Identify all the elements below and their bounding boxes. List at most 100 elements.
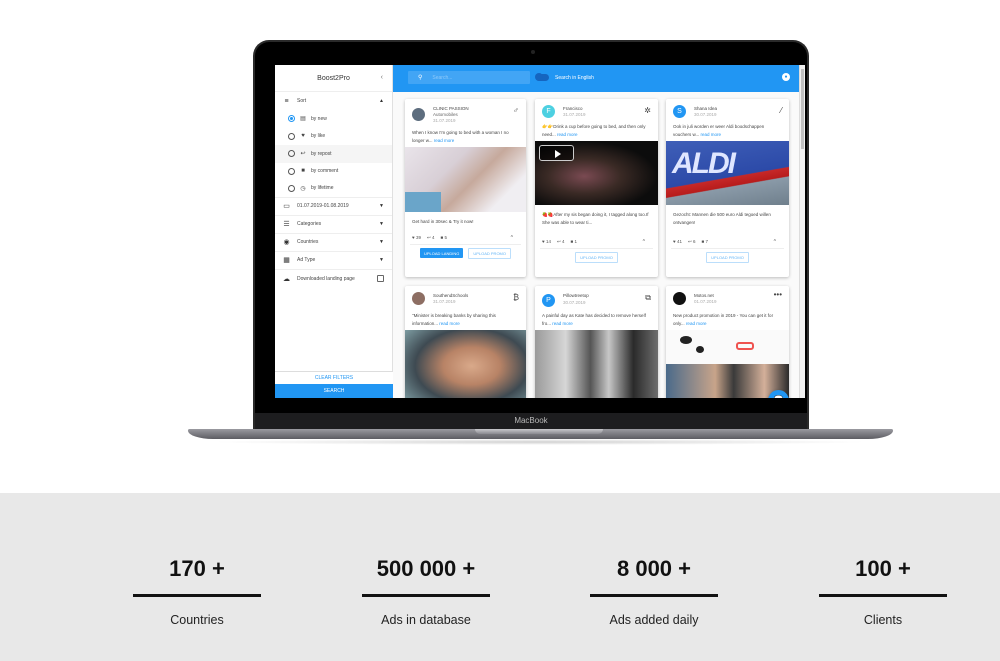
ad-author[interactable]: SouthendSchools [433,293,468,298]
radio-selected[interactable] [288,115,295,123]
ad-author[interactable]: Pillowtreetop [563,293,589,298]
radio[interactable] [288,132,295,140]
ad-author[interactable]: CLINIC PASSION [433,106,469,111]
caret-up-icon: ▲ [379,98,384,104]
ad-author[interactable]: Francisco [563,106,583,111]
radio[interactable] [288,150,295,158]
ad-card[interactable]: P Pillowtreetop 30.07.2019 ⧉ A painful d… [535,286,658,398]
magic-wand-icon: ⁄ [780,106,782,115]
read-more-link[interactable]: read more [439,321,460,326]
laptop-notch [475,429,603,434]
ad-card[interactable]: CLINIC PASSION Automobiles 31.07.2019 ♂ … [405,99,526,277]
upload-promo-button[interactable]: UPLOAD PROMO [575,251,618,263]
ad-description: When I know I'm going to bed with a woma… [405,129,526,147]
likes-count: ♥ 39 [412,235,421,240]
ad-image[interactable]: ALDI [666,141,789,205]
male-symbol-icon: ♂ [513,106,519,115]
chevron-up-icon[interactable]: ^ [511,235,513,241]
categories-filter[interactable]: ☰ Categories ▼ [275,216,392,234]
ad-author[interactable]: Motos.net [694,293,714,298]
sort-option-label: by lifetime [311,185,334,192]
sort-option-label: by comment [311,168,339,175]
timer-icon: ◷ [300,185,306,192]
stat-label: Ads added daily [609,613,699,627]
ad-actions: UPLOAD LANDING UPLOAD PROMO [405,245,526,261]
clear-filters-button[interactable]: CLEAR FILTERS [275,371,393,384]
stat-label: Countries [170,613,224,627]
ad-image[interactable] [405,147,526,212]
chevron-up-icon[interactable]: ^ [643,239,645,245]
read-more-link[interactable]: read more [557,132,578,137]
downloaded-landing-filter[interactable]: ☁ Downloaded landing page [275,270,392,288]
read-more-link[interactable]: read more [686,321,707,326]
ad-card[interactable]: F Francisco 31.07.2019 ✲ 👉👉Drink a cup b… [535,99,658,277]
avatar: P [542,294,555,307]
upload-landing-button[interactable]: UPLOAD LANDING [419,248,464,258]
comment-icon: ■ [301,168,305,175]
avatar: F [542,105,555,118]
search-field[interactable]: ⚲ [408,71,530,84]
reply-icon: ↩ [300,151,306,158]
cable [736,342,754,350]
stat-label: Ads in database [381,613,471,627]
ad-category: Automobiles [433,112,458,117]
ad-image[interactable] [666,330,789,364]
more-horizontal-icon[interactable]: ••• [774,290,782,299]
read-more-link[interactable]: read more [552,321,573,326]
chevron-left-icon[interactable]: ‹ [381,74,383,81]
ad-type-filter[interactable]: ▦ Ad Type ▼ [275,252,392,270]
earbud [696,346,704,353]
caret-down-icon: ▼ [379,203,384,209]
sort-section-header[interactable]: ≡ Sort ▲ [275,92,392,110]
chevron-up-icon[interactable]: ^ [774,239,776,245]
scrollbar[interactable] [799,65,805,398]
scrollbar-thumb[interactable] [801,69,804,149]
avatar [412,292,425,305]
radio[interactable] [288,167,295,175]
description-text: When I know I'm going to bed with a woma… [412,130,509,143]
sort-option-by-new[interactable]: ▤ by new [275,110,392,128]
date-range-filter[interactable]: ▭ 01.07.2019-01.08.2019 ▼ [275,198,392,216]
ad-card[interactable]: SouthendSchools 31.07.2019 ₿ "Minister i… [405,286,526,398]
ad-date: 31.07.2019 [433,299,456,304]
read-more-link[interactable]: read more [434,138,455,143]
sort-option-by-repost[interactable]: ↩ by repost [275,145,392,163]
ad-video[interactable] [535,141,658,205]
ad-card[interactable]: Motos.net 01.07.2019 ••• New product pro… [666,286,789,398]
comments-count: ■ 7 [701,239,708,244]
sort-option-by-comment[interactable]: ■ by comment [275,163,392,181]
sort-option-by-lifetime[interactable]: ◷ by lifetime [275,180,392,198]
heart-icon: ♥ [301,133,305,140]
calendar-icon: ▤ [300,116,306,123]
account-icon[interactable]: ● [782,73,790,81]
downloaded-landing-checkbox[interactable] [377,275,384,282]
search-button[interactable]: SEARCH [275,384,393,398]
ad-description: Ook in juli worden er weer Aldi boodscha… [666,123,789,141]
comments-count: ■ 1 [570,239,577,244]
upload-promo-button[interactable]: UPLOAD PROMO [468,247,511,259]
search-input[interactable] [432,74,513,81]
stat-divider [362,594,490,597]
ad-author[interactable]: Shana Idea [694,106,717,111]
read-more-link[interactable]: read more [701,132,722,137]
ad-caption: Get hard in 30sec & Try it now! [412,219,474,224]
toggle-label: Search in English [555,75,594,81]
likes-count: ♥ 14 [542,239,551,244]
avatar: S [673,105,686,118]
ad-card[interactable]: S Shana Idea 30.07.2019 ⁄ Ook in juli wo… [666,99,789,277]
radio[interactable] [288,184,295,192]
chat-icon: 💬 [774,395,784,398]
sort-option-by-like[interactable]: ♥ by like [275,128,392,146]
avatar [673,292,686,305]
countries-filter[interactable]: ◉ Countries ▼ [275,234,392,252]
cloud-download-icon: ☁ [283,275,290,283]
calendar-icon: ▭ [283,203,290,210]
stats-section: 170 + Countries 500 000 + Ads in databas… [0,493,1000,661]
upload-promo-button[interactable]: UPLOAD PROMO [706,251,749,263]
play-button[interactable] [539,145,574,161]
search-in-english-toggle[interactable] [535,73,549,81]
landing-page: Boost2Pro ‹ ≡ Sort ▲ ▤ by new ♥ by like [0,0,1000,661]
ad-image[interactable] [535,330,658,398]
comments-count: ■ 5 [440,235,447,240]
ad-image[interactable] [405,330,526,398]
